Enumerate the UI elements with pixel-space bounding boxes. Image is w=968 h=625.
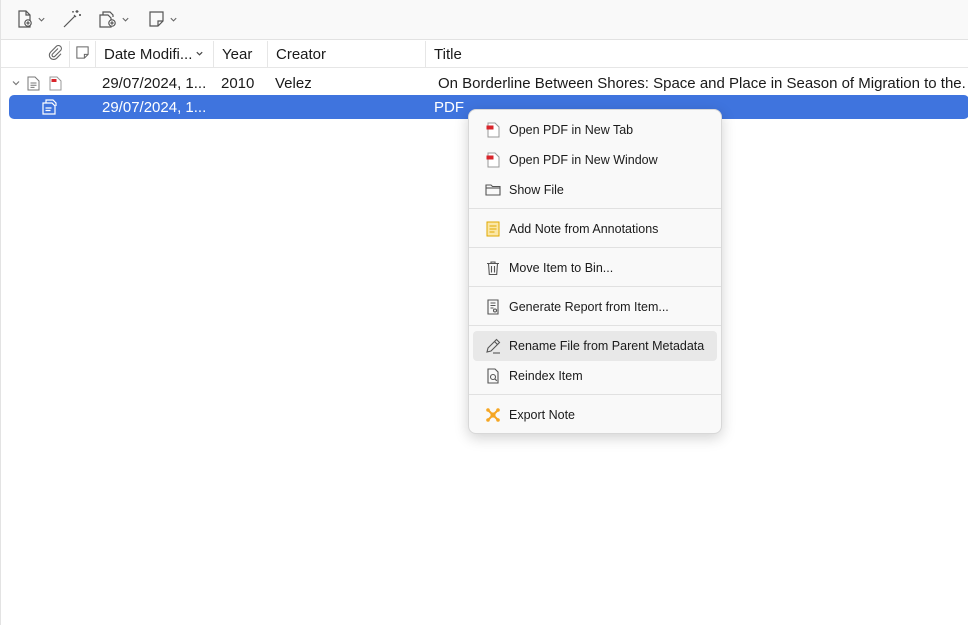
menu-item-label: Open PDF in New Tab (509, 123, 634, 137)
chevron-down-icon (37, 15, 46, 24)
table-row[interactable]: 29/07/2024, 1... 2010 Velez On Borderlin… (1, 71, 968, 95)
new-item-button[interactable] (15, 6, 46, 32)
rename-icon (485, 338, 501, 354)
folder-icon (485, 182, 501, 198)
menu-separator (469, 247, 721, 248)
cell-creator: Velez (275, 74, 312, 92)
cell-year: 2010 (221, 74, 255, 92)
magic-wand-icon (61, 8, 83, 30)
trash-icon (485, 260, 501, 276)
column-year-label: Year (222, 45, 253, 63)
paperclip-icon (47, 44, 63, 64)
menu-separator (469, 208, 721, 209)
add-attachment-button[interactable] (97, 6, 130, 32)
menu-item-export-note[interactable]: Export Note (473, 401, 717, 429)
menu-item-label: Open PDF in New Window (509, 153, 658, 167)
menu-item-label: Move Item to Bin... (509, 261, 614, 275)
menu-item-label: Generate Report from Item... (509, 300, 669, 314)
menu-item-open-pdf-new-window[interactable]: Open PDF in New Window (473, 146, 717, 174)
note-annotations-icon (485, 221, 501, 237)
menu-item-label: Rename File from Parent Metadata (509, 339, 705, 353)
new-note-button[interactable] (147, 6, 178, 32)
chevron-down-icon (169, 15, 178, 24)
menu-item-generate-report[interactable]: Generate Report from Item... (473, 293, 717, 321)
column-title[interactable]: Title (425, 41, 968, 67)
column-header: Date Modifi... Year Creator Title (1, 41, 968, 68)
pdf-icon (485, 152, 501, 168)
new-item-icon (15, 9, 35, 29)
menu-item-add-note-from-annotations[interactable]: Add Note from Annotations (473, 215, 717, 243)
menu-item-label: Export Note (509, 408, 576, 422)
note-icon (75, 45, 90, 64)
chevron-down-icon[interactable] (11, 71, 25, 95)
column-creator[interactable]: Creator (267, 41, 425, 67)
menu-separator (469, 286, 721, 287)
add-by-identifier-button[interactable] (61, 6, 83, 32)
column-notes[interactable] (69, 41, 95, 67)
document-icon (27, 71, 43, 95)
menu-item-open-pdf-new-tab[interactable]: Open PDF in New Tab (473, 116, 717, 144)
menu-item-move-to-bin[interactable]: Move Item to Bin... (473, 254, 717, 282)
add-attachment-icon (97, 9, 119, 29)
sort-descending-icon (195, 49, 204, 60)
chevron-down-icon (121, 15, 130, 24)
cell-year (221, 95, 265, 119)
pdf-attachment-icon (41, 95, 61, 119)
context-menu: Open PDF in New Tab Open PDF in New Wind… (468, 109, 722, 434)
export-note-icon (485, 407, 501, 423)
menu-separator (469, 394, 721, 395)
toolbar (1, 0, 968, 40)
pdf-icon[interactable] (49, 71, 65, 95)
column-date-modified-label: Date Modifi... (104, 45, 193, 63)
menu-item-label: Add Note from Annotations (509, 222, 659, 236)
cell-title: On Borderline Between Shores: Space and … (438, 74, 966, 92)
menu-item-rename-file-from-parent-metadata[interactable]: Rename File from Parent Metadata (473, 331, 717, 361)
column-creator-label: Creator (276, 45, 327, 63)
cell-creator (275, 95, 425, 119)
menu-item-label: Reindex Item (509, 369, 583, 383)
column-date-modified[interactable]: Date Modifi... (95, 41, 213, 67)
menu-item-label: Show File (509, 183, 564, 197)
menu-item-reindex-item[interactable]: Reindex Item (473, 362, 717, 390)
reindex-icon (485, 368, 501, 384)
column-attachments[interactable] (41, 41, 69, 67)
app-window: Date Modifi... Year Creator Title 29/07/… (0, 0, 968, 625)
menu-item-show-file[interactable]: Show File (473, 176, 717, 204)
menu-separator (469, 325, 721, 326)
report-icon (485, 299, 501, 315)
column-year[interactable]: Year (213, 41, 267, 67)
new-note-icon (147, 9, 167, 29)
pdf-icon (485, 122, 501, 138)
cell-date-modified: 29/07/2024, 1... (102, 74, 207, 92)
cell-date-modified: 29/07/2024, 1... (102, 98, 207, 116)
column-title-label: Title (434, 45, 462, 63)
